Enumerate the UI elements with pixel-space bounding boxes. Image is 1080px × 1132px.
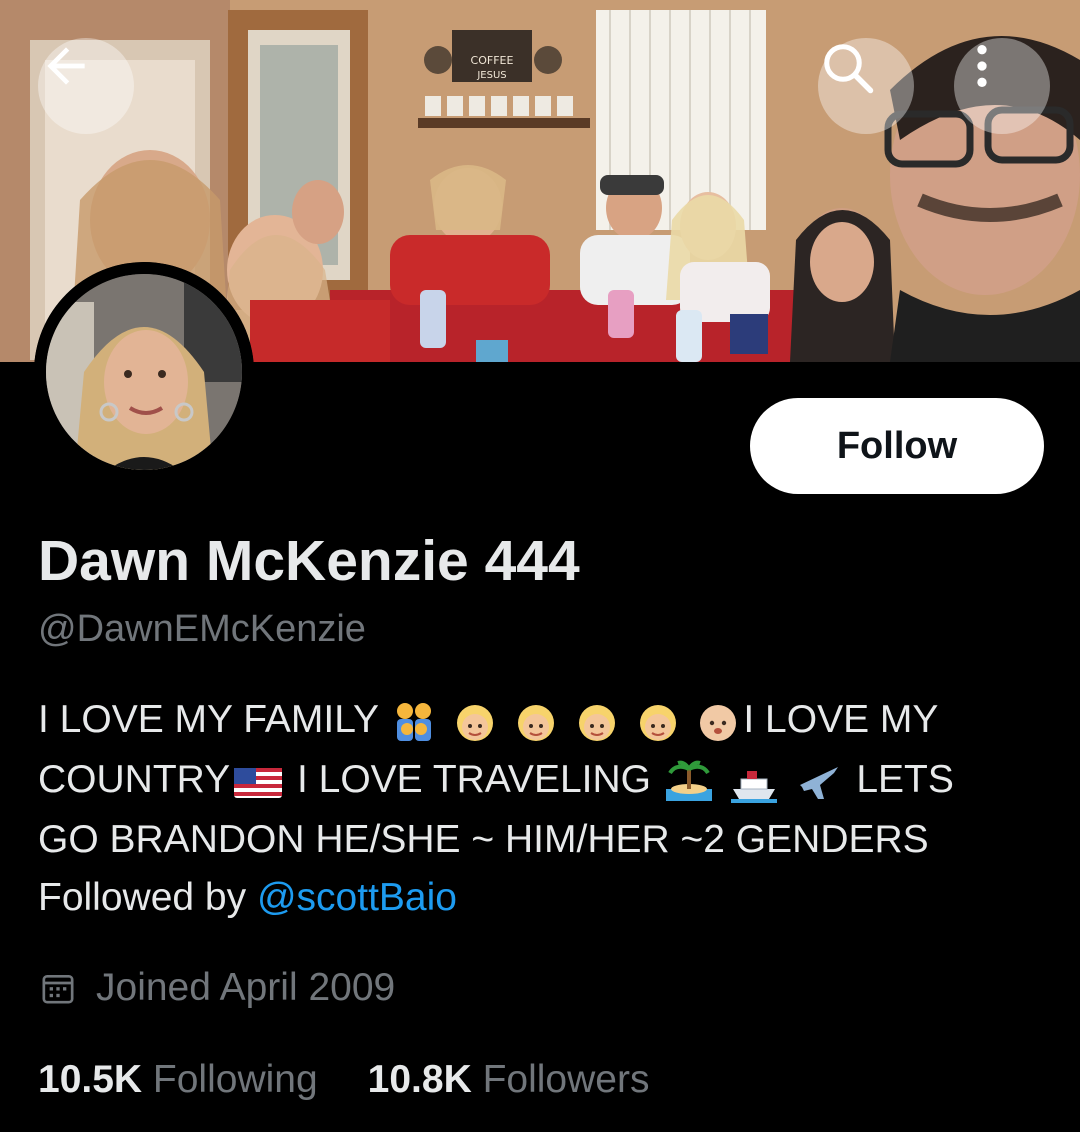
followed-by-label: Followed by (38, 876, 247, 919)
more-vertical-icon (977, 45, 987, 87)
search-icon (824, 44, 874, 94)
blonde-person-emoji-icon (639, 704, 676, 741)
bio-text-country: COUNTRY (38, 758, 231, 801)
more-options-button[interactable] (954, 38, 1050, 134)
avatar-photo (34, 262, 254, 482)
bio-text-love-my: I LOVE MY (743, 698, 939, 741)
blonde-person-emoji-icon (517, 704, 554, 741)
bio-text-traveling: I LOVE TRAVELING (296, 758, 651, 801)
back-button[interactable] (38, 38, 134, 134)
follow-stats: 10.5K Following 10.8K Followers (38, 1058, 699, 1102)
bio-text-lets: LETS (856, 758, 954, 801)
followers-label: Followers (482, 1058, 650, 1101)
blonde-person-emoji-icon (457, 704, 493, 741)
display-name: Dawn McKenzie 444 (38, 529, 580, 593)
sign-text-jesus: JESUS (476, 70, 506, 81)
island-emoji-icon (665, 760, 712, 801)
joined-text: Joined April 2009 (96, 966, 396, 1009)
joined-date: Joined April 2009 (38, 966, 395, 1010)
us-flag-emoji-icon (234, 767, 283, 798)
followers-count: 10.8K (367, 1058, 472, 1101)
arrow-left-icon (47, 47, 85, 85)
follow-button[interactable]: Follow (750, 398, 1044, 494)
blonde-person-emoji-icon (578, 704, 615, 741)
search-button[interactable] (818, 38, 914, 134)
profile-bio: I LOVE MY FAMILY I LOVE MY COUNTRY I LOV… (38, 690, 1048, 870)
bio-line-1: I LOVE MY FAMILY I LOVE MY (38, 690, 1048, 750)
bio-text-family: I LOVE MY FAMILY (38, 698, 379, 741)
user-handle: @DawnEMcKenzie (38, 608, 366, 650)
followers-stat[interactable]: 10.8K Followers (368, 1058, 650, 1102)
bio-line-2: COUNTRY I LOVE TRAVELING LETS (38, 750, 1048, 810)
sign-text-coffee: COFFEE (471, 54, 514, 67)
following-count: 10.5K (38, 1058, 143, 1101)
followed-by-user-link[interactable]: @scottBaio (257, 876, 457, 919)
following-label: Following (152, 1058, 318, 1101)
bio-line-3: GO BRANDON HE/SHE ~ HIM/HER ~2 GENDERS (38, 818, 929, 861)
cruise-ship-emoji-icon (730, 770, 777, 803)
following-stat[interactable]: 10.5K Following (38, 1058, 318, 1102)
followed-by: Followed by @scottBaio (38, 876, 457, 920)
calendar-icon (42, 975, 74, 1004)
airplane-emoji-icon (799, 766, 838, 799)
family-emoji-icon (397, 702, 432, 741)
profile-avatar[interactable] (34, 262, 254, 482)
baby-emoji-icon (700, 704, 737, 741)
